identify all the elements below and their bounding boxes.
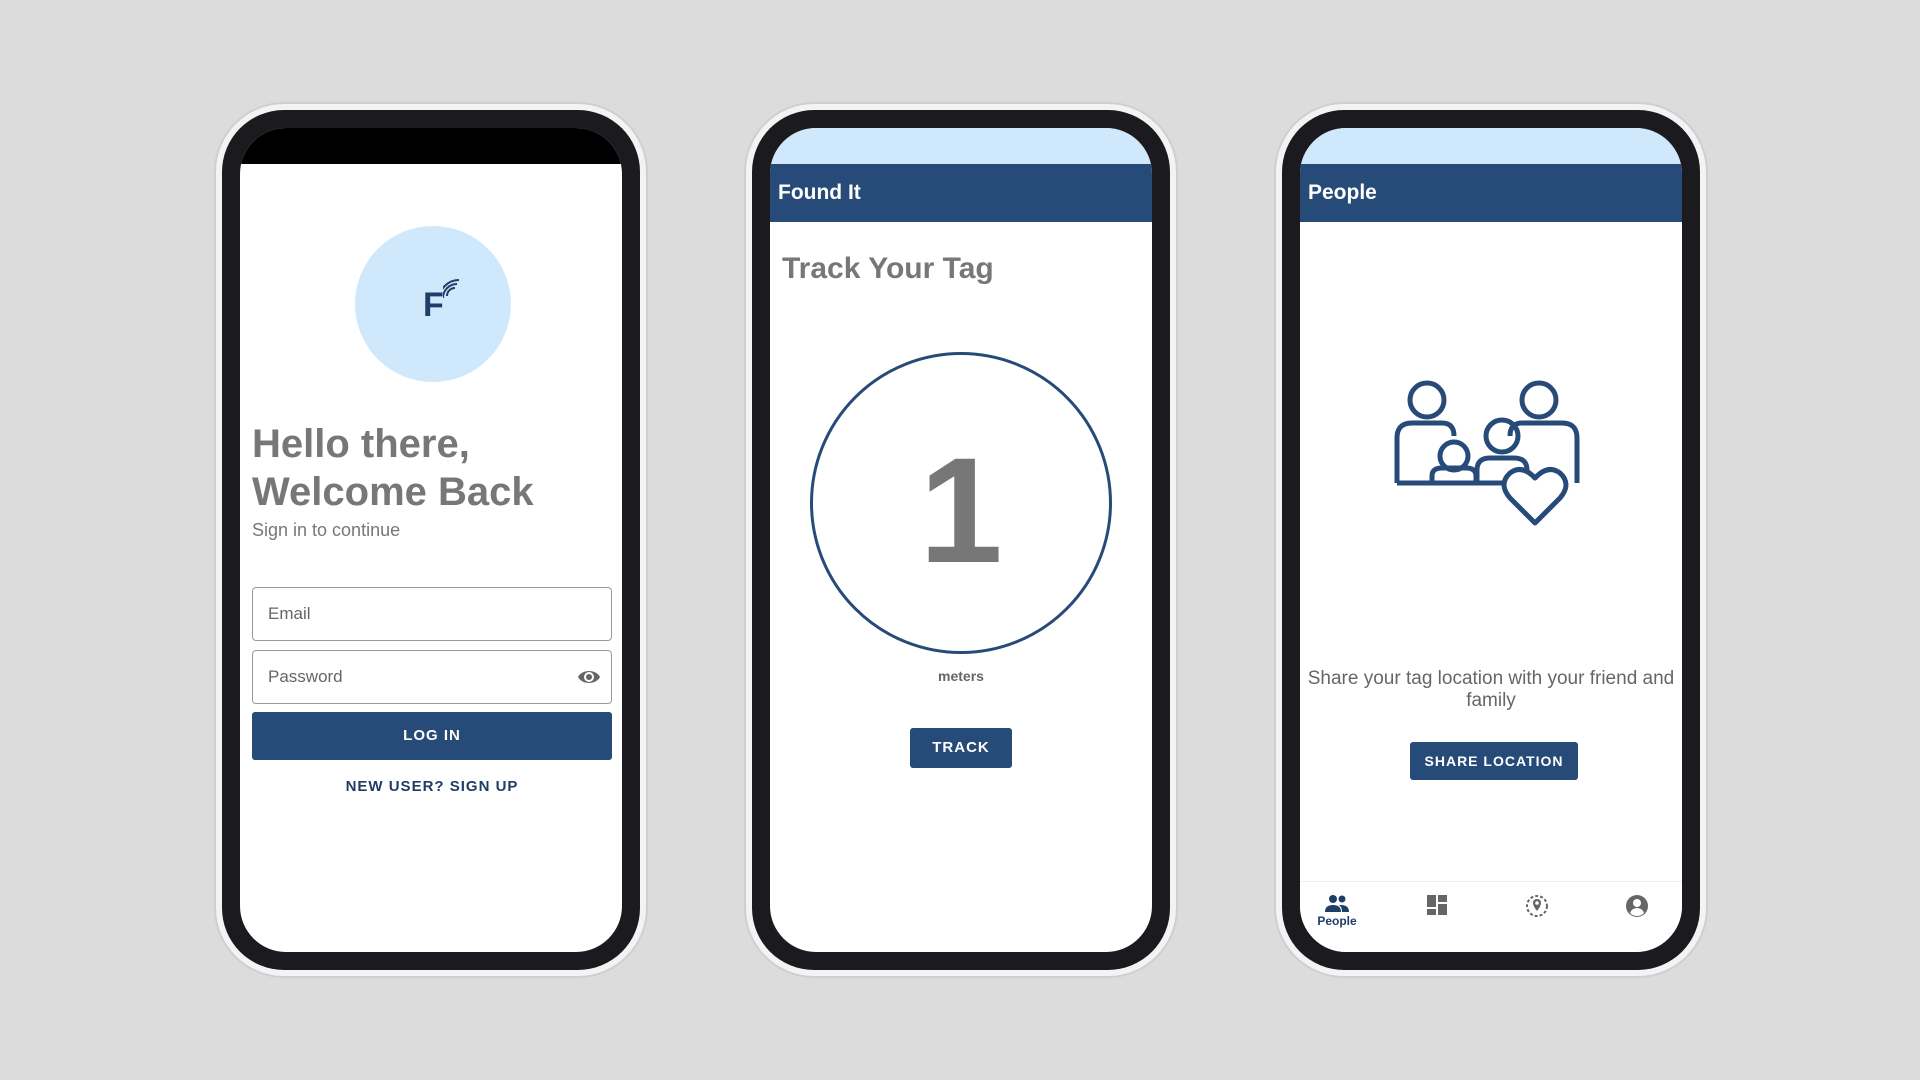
people-screen: People Share your tag location with your… [1300, 128, 1682, 952]
app-bar: Found It [770, 164, 1152, 222]
status-bar [1300, 128, 1682, 164]
bottom-navigation: People [1300, 881, 1682, 952]
login-button[interactable]: LOG IN [252, 712, 612, 760]
email-field[interactable]: Email [252, 587, 612, 641]
phone-people: People Share your tag location with your… [1282, 110, 1700, 970]
family-heart-icon [1394, 380, 1580, 526]
nav-people-label: People [1317, 914, 1357, 928]
eye-icon[interactable] [577, 666, 601, 688]
location-icon [1526, 895, 1548, 917]
share-location-button[interactable]: SHARE LOCATION [1410, 742, 1578, 780]
phone-login: F Hello there, Welcome Back Sign in to c… [222, 110, 640, 970]
distance-value: 1 [919, 426, 1003, 594]
app-bar-title: Found It [778, 181, 861, 204]
nav-account[interactable] [1612, 890, 1662, 950]
password-field[interactable]: Password [252, 650, 612, 704]
track-screen: Found It Track Your Tag 1 meters TRACK [770, 128, 1152, 952]
signal-waves-icon [443, 279, 460, 301]
distance-unit: meters [938, 668, 984, 684]
password-placeholder: Password [268, 667, 343, 686]
email-placeholder: Email [268, 604, 311, 623]
account-icon [1626, 895, 1648, 917]
nav-people[interactable]: People [1312, 890, 1362, 950]
welcome-heading: Hello there, Welcome Back [252, 422, 534, 514]
status-bar [770, 128, 1152, 164]
logo-letter: F [423, 286, 444, 324]
track-button[interactable]: TRACK [910, 728, 1012, 768]
login-screen: F Hello there, Welcome Back Sign in to c… [240, 128, 622, 952]
track-heading: Track Your Tag [782, 252, 994, 285]
signup-link[interactable]: NEW USER? SIGN UP [252, 778, 612, 795]
sign-in-subtitle: Sign in to continue [252, 520, 401, 540]
status-bar [240, 128, 622, 164]
phone-track: Found It Track Your Tag 1 meters TRACK [752, 110, 1170, 970]
nav-location[interactable] [1512, 890, 1562, 950]
people-icon [1325, 895, 1349, 912]
distance-ring: 1 [810, 352, 1112, 654]
share-description: Share your tag location with your friend… [1307, 668, 1675, 711]
dashboard-icon [1427, 895, 1447, 915]
app-bar-title: People [1308, 181, 1377, 204]
app-logo: F [355, 226, 511, 382]
app-bar: People [1300, 164, 1682, 222]
nav-dashboard[interactable] [1412, 890, 1462, 950]
